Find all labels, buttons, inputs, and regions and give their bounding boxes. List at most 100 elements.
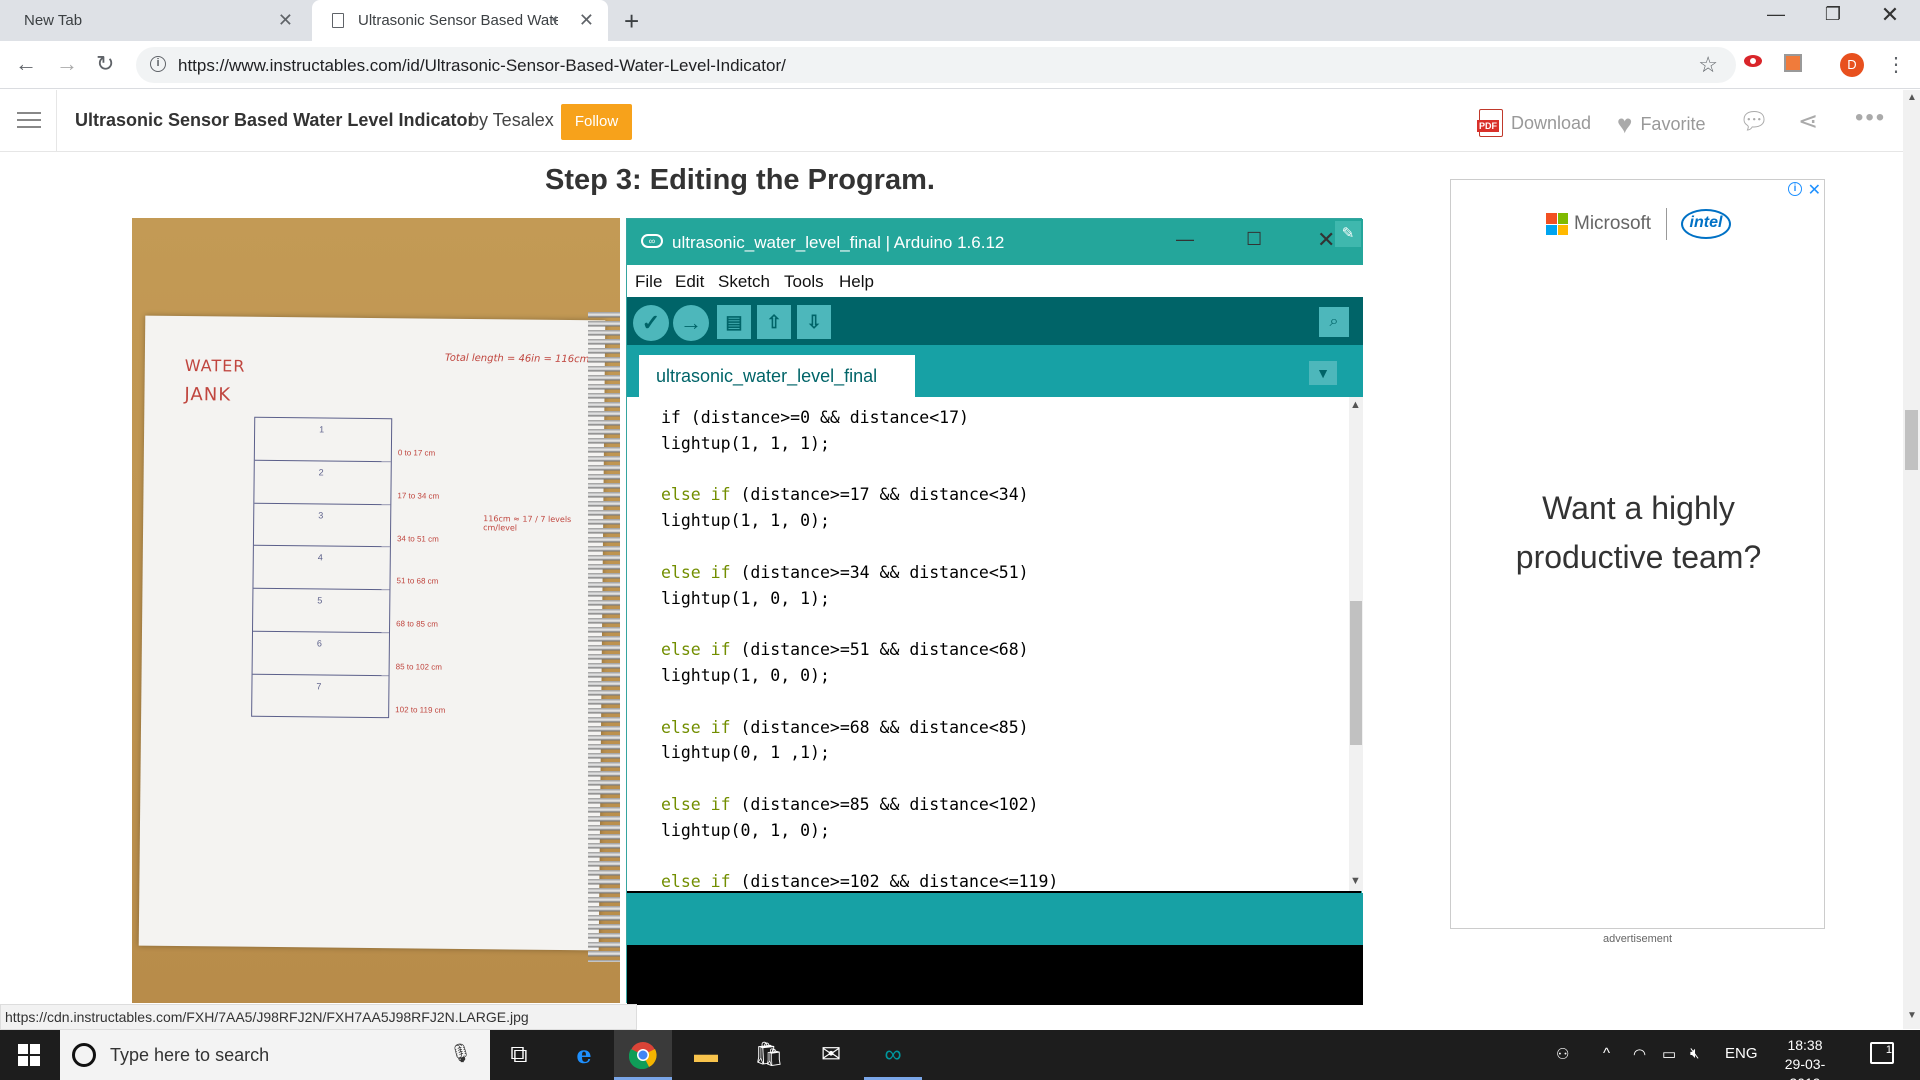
speaker-icon[interactable]: 🔈︎ [552,11,560,27]
handwritten-tank: JANK [184,384,232,406]
tab-title: Ultrasonic Sensor Based Water Level Indi… [358,12,558,29]
hamburger-menu-icon[interactable] [17,112,41,130]
arduino-ide-screenshot[interactable]: ∞ ultrasonic_water_level_final | Arduino… [626,218,1363,1005]
back-arrow-icon[interactable]: ← [15,51,37,77]
code-text: (distance>=51 && distance<68) [730,640,1029,660]
volume-muted-icon[interactable]: 🔇︎ [1690,1045,1699,1062]
scroll-down-icon: ▼ [1350,875,1361,887]
site-info-icon[interactable]: i [150,56,166,72]
save-sketch-icon: ⇩ [797,305,831,339]
taskbar-clock[interactable]: 18:38 29-03-2019 [1770,1036,1840,1080]
code-line [661,689,1058,715]
minimize-icon[interactable]: — [1756,4,1796,25]
share-icon[interactable]: ⋖ [1798,107,1818,136]
notebook-spiral [588,312,620,962]
menu-sketch: Sketch [718,272,770,291]
more-options-icon[interactable]: ••• [1855,104,1886,132]
url-prefix: https:// [178,56,230,75]
code-text: lightup(1, 1, 0); [661,511,830,531]
scroll-up-icon[interactable]: ▲ [1907,92,1917,103]
code-line: else if (distance>=34 && distance<51) [661,560,1058,586]
follow-button[interactable]: Follow [561,104,632,140]
battery-icon[interactable]: ▭ [1662,1045,1676,1063]
tank-sketch: 1 2 3 4 5 6 7 [251,416,393,719]
new-tab-icon[interactable]: + [624,6,639,37]
taskbar-search-box[interactable]: Type here to search 🎙︎ [60,1030,490,1080]
profile-avatar[interactable]: D [1840,53,1864,77]
code-line: lightup(1, 1, 0); [661,508,1058,534]
lastpass-extension-icon[interactable] [1742,53,1764,69]
tab-title: New Tab [24,12,83,29]
document-icon [332,13,344,28]
url-text[interactable]: https://www.instructables.com/id/Ultraso… [178,56,786,76]
ad-headline: Want a highly productive team? [1451,484,1826,582]
tank-level-label: 4 [317,552,323,563]
arduino-taskbar-icon[interactable]: ∞ [864,1030,922,1080]
arduino-titlebar: ∞ ultrasonic_water_level_final | Arduino… [627,219,1363,265]
download-button[interactable]: PDF Download [1477,109,1592,137]
page-scroll-thumb[interactable] [1905,410,1918,470]
notebook-photo[interactable]: WATER JANK Total length = 46in = 116cm 1… [132,218,620,1003]
wifi-icon[interactable]: ◠ [1633,1045,1646,1063]
restore-icon[interactable]: ❐ [1813,4,1853,25]
code-line: if (distance>=0 && distance<17) [661,405,1058,431]
people-icon[interactable]: ⚇ [1556,1045,1569,1063]
chevron-down-icon: ▼ [1309,361,1337,385]
microsoft-logo-icon [1546,213,1568,235]
project-title[interactable]: Ultrasonic Sensor Based Water Level Indi… [75,110,474,131]
close-window-icon[interactable]: ✕ [1870,2,1910,28]
code-text: lightup(0, 1, 0); [661,820,830,840]
advertisement[interactable]: i ✕ Microsoft intel Want a highly produc… [1450,179,1825,929]
favorite-button[interactable]: ♥ Favorite [1617,109,1705,140]
action-center-icon[interactable]: 1 [1870,1042,1894,1064]
download-label: Download [1511,112,1592,133]
chrome-menu-icon[interactable]: ⋮ [1886,52,1906,77]
code-text: if (distance>=0 && distance<17) [661,408,969,427]
task-view-icon[interactable]: ⧉ [490,1030,548,1080]
comments-icon[interactable]: 💬︎ [1739,107,1769,136]
tank-level-label: 1 [319,424,325,435]
ad-close-icon[interactable]: ✕ [1808,180,1821,200]
code-line: else if (distance>=17 && distance<34) [661,482,1058,508]
intel-logo: intel [1681,209,1731,239]
address-bar[interactable]: i https://www.instructables.com/id/Ultra… [136,47,1736,83]
bookmark-star-icon[interactable]: ☆ [1698,52,1718,78]
tab-new-tab[interactable]: New Tab ✕ [0,0,307,41]
scroll-down-icon[interactable]: ▼ [1907,1010,1917,1021]
close-tab-icon[interactable]: ✕ [579,10,594,31]
code-line [661,611,1058,637]
ad-headline-line: Want a highly [1542,490,1735,526]
page-scrollbar[interactable]: ▲ ▼ [1903,90,1920,1029]
code-text: (distance>=68 && distance<85) [730,717,1029,737]
file-explorer-icon[interactable]: ▬ [677,1030,735,1080]
author-byline[interactable]: by Tesalex [469,110,554,131]
tank-level-label: 5 [317,595,323,606]
windows-start-icon[interactable] [18,1044,40,1066]
heart-icon: ♥ [1617,109,1633,139]
edit-pencil-icon[interactable]: ✎ [1335,221,1361,247]
extension-icon[interactable] [1784,54,1802,72]
ad-info-icon[interactable]: i [1788,182,1802,196]
range-note: 0 to 17 cm [397,448,436,458]
reload-icon[interactable]: ↻ [96,51,114,77]
ad-label: advertisement [1602,933,1673,945]
edge-icon[interactable]: e [555,1030,613,1080]
mail-icon[interactable]: ✉ [802,1030,860,1080]
tab-instructables[interactable]: Ultrasonic Sensor Based Water Level Indi… [312,0,608,41]
language-indicator[interactable]: ENG [1725,1045,1758,1062]
url-host: www.instructables.com [229,56,402,75]
notebook-page: WATER JANK Total length = 46in = 116cm 1… [138,315,606,951]
chrome-icon[interactable] [614,1030,672,1080]
code-keyword: else if [661,485,731,505]
store-icon[interactable]: 🛍︎ [740,1030,798,1080]
forward-arrow-icon[interactable]: → [56,51,78,77]
show-hidden-icons-icon[interactable]: ^ [1603,1045,1610,1062]
microphone-icon[interactable]: 🎙︎ [449,1043,472,1064]
scroll-up-icon: ▲ [1350,399,1361,411]
maximize-icon: ☐ [1246,229,1263,249]
code-keyword: else if [661,562,731,582]
code-text: lightup(1, 0, 1); [661,588,830,608]
close-tab-icon[interactable]: ✕ [278,10,293,31]
step-title: Step 3: Editing the Program. [545,164,935,196]
